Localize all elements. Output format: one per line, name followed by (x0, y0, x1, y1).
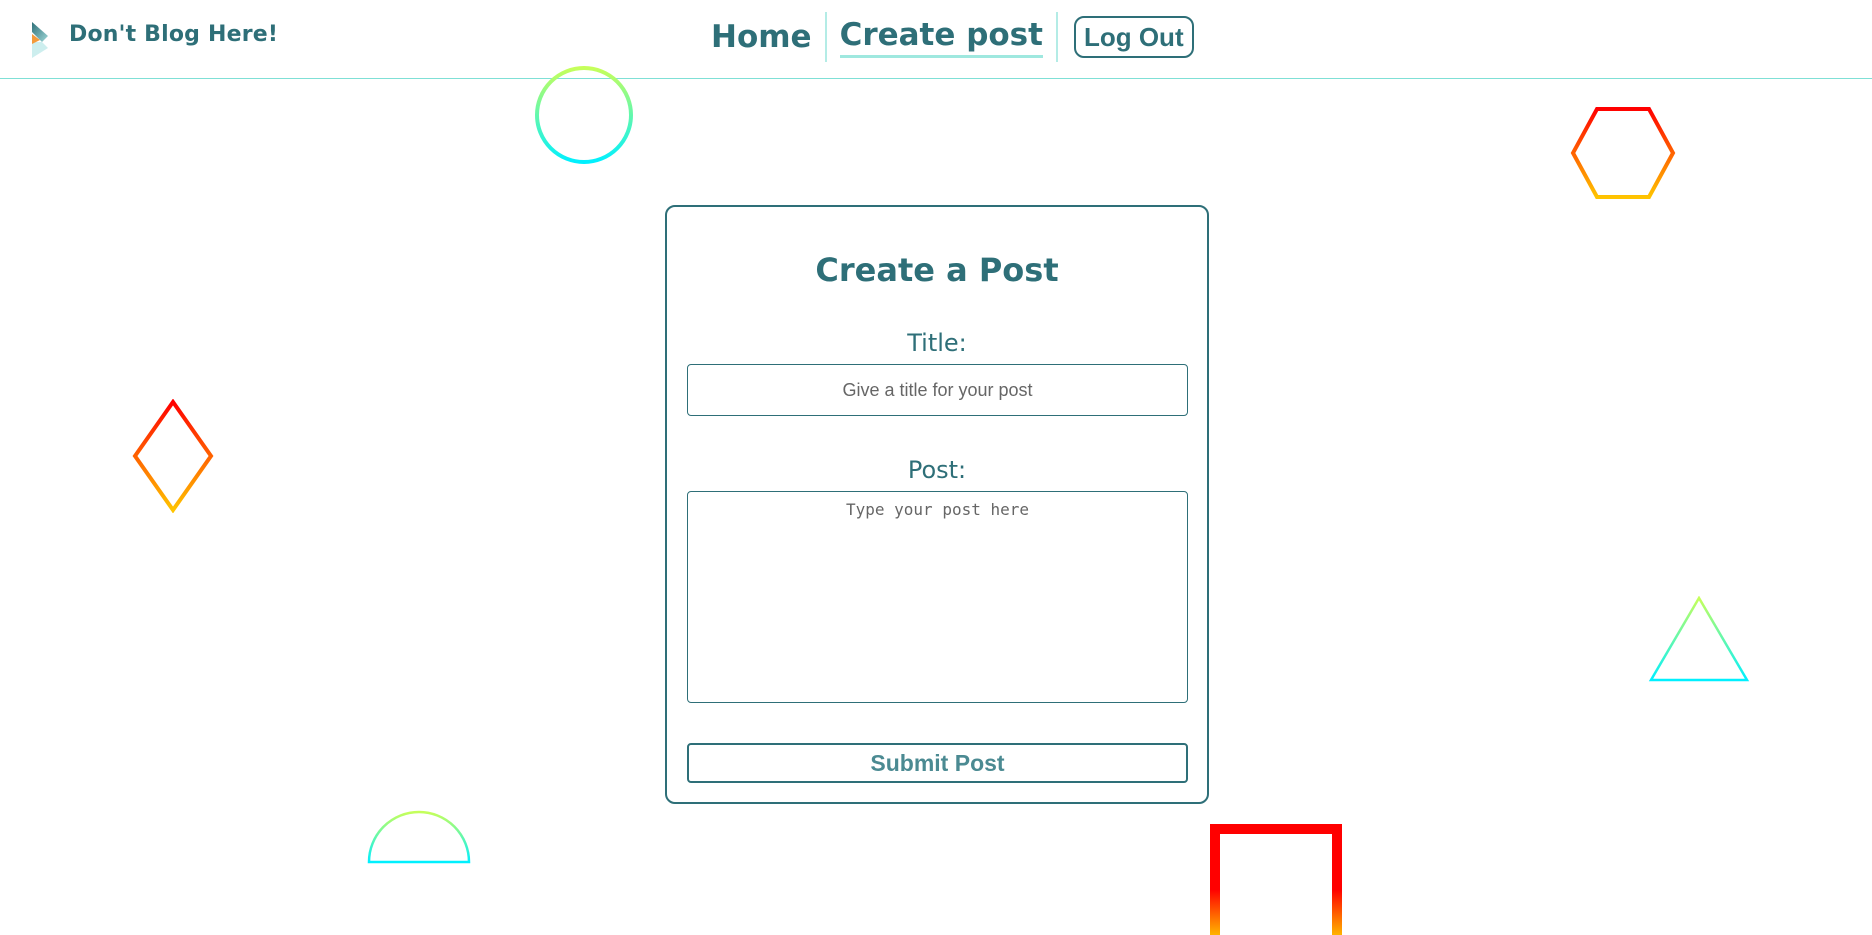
decorative-triangle (1648, 596, 1750, 682)
decorative-semicircle (367, 810, 471, 864)
create-post-card: Create a Post Title: Post: Submit Post (665, 205, 1209, 804)
logo-icon (32, 22, 48, 58)
post-title-input[interactable] (687, 364, 1188, 416)
nav-home-link[interactable]: Home (698, 17, 825, 57)
form-heading: Create a Post (815, 251, 1059, 289)
decorative-diamond (132, 399, 214, 513)
post-body-textarea[interactable] (687, 491, 1188, 703)
nav-divider (824, 12, 827, 62)
top-navbar: Don't Blog Here! Home Create post Log Ou… (0, 0, 1872, 79)
nav-divider (1055, 12, 1058, 62)
decorative-circle (535, 66, 633, 164)
nav-create-post-link[interactable]: Create post (839, 17, 1043, 58)
decorative-square (1210, 824, 1342, 935)
decorative-hexagon (1570, 107, 1676, 199)
logout-button[interactable]: Log Out (1073, 16, 1194, 58)
main-nav: Home Create post Log Out (698, 12, 1194, 62)
brand-name[interactable]: Don't Blog Here! (69, 22, 278, 47)
title-label: Title: (907, 329, 967, 357)
post-label: Post: (907, 456, 967, 484)
submit-post-button[interactable]: Submit Post (687, 743, 1188, 783)
